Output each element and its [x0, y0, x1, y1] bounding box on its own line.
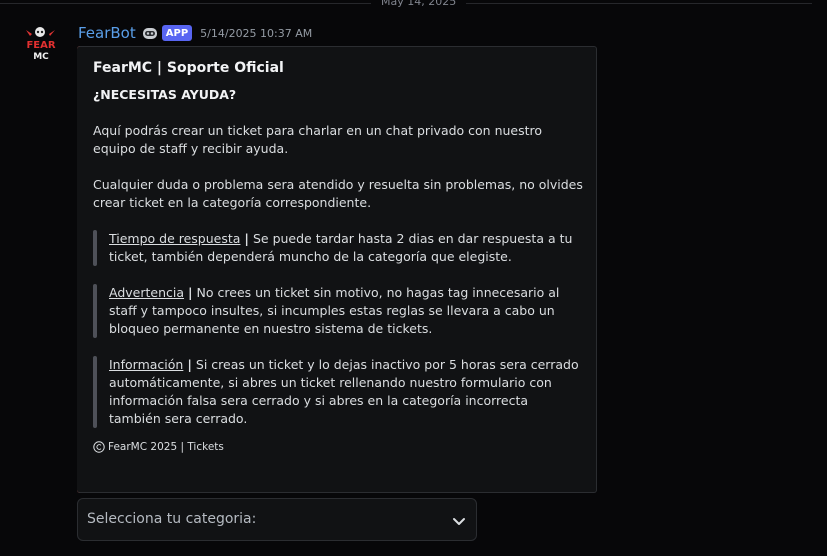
avatar[interactable]: FEAR MC	[24, 26, 58, 62]
copyright-icon	[93, 441, 105, 453]
message-header: FearBot APP 5/14/2025 10:37 AM	[78, 22, 312, 44]
quote-bar	[93, 284, 97, 338]
embed-paragraph-notice: Cualquier duda o problema sera atendido …	[93, 177, 583, 210]
embed-title: FearMC | Soporte Oficial	[93, 60, 284, 76]
quote-information: Información | Si creas un ticket y lo de…	[93, 356, 583, 428]
embed-content: FearMC | Soporte Oficial ¿NECESITAS AYUD…	[93, 58, 583, 456]
embed: FearMC | Soporte Oficial ¿NECESITAS AYUD…	[77, 46, 597, 493]
quote-label: Advertencia	[109, 285, 185, 300]
select-placeholder: Selecciona tu categoria:	[87, 511, 257, 527]
quote-warning: Advertencia | No crees un ticket sin mot…	[93, 284, 583, 338]
quote-bar	[93, 356, 97, 428]
message: May 14, 2025 FEAR MC FearBot APP 5/14/20…	[0, 0, 827, 556]
quote-response-time: Tiempo de respuesta | Se puede tardar ha…	[93, 230, 583, 266]
quote-label: Información	[109, 357, 184, 372]
embed-footer: FearMC 2025 | Tickets	[93, 438, 583, 456]
author-name[interactable]: FearBot	[78, 24, 136, 42]
timestamp: 5/14/2025 10:37 AM	[200, 26, 313, 40]
divider-date: May 14, 2025	[371, 0, 467, 8]
embed-paragraph-intro: Aquí podrás crear un ticket para charlar…	[93, 123, 543, 156]
embed-subtitle: ¿NECESITAS AYUDA?	[93, 87, 237, 102]
category-select[interactable]: Selecciona tu categoria:	[77, 498, 477, 541]
bot-icon	[142, 28, 157, 39]
date-divider: May 14, 2025	[0, 0, 812, 8]
avatar-text-bottom: MC	[33, 52, 49, 62]
app-tag: APP	[161, 25, 193, 41]
footer-text: FearMC 2025 | Tickets	[108, 441, 224, 453]
quote-bar	[93, 230, 97, 266]
quote-label: Tiempo de respuesta	[109, 231, 241, 246]
chevron-down-icon	[453, 518, 465, 525]
avatar-text-top: FEAR	[26, 40, 55, 51]
